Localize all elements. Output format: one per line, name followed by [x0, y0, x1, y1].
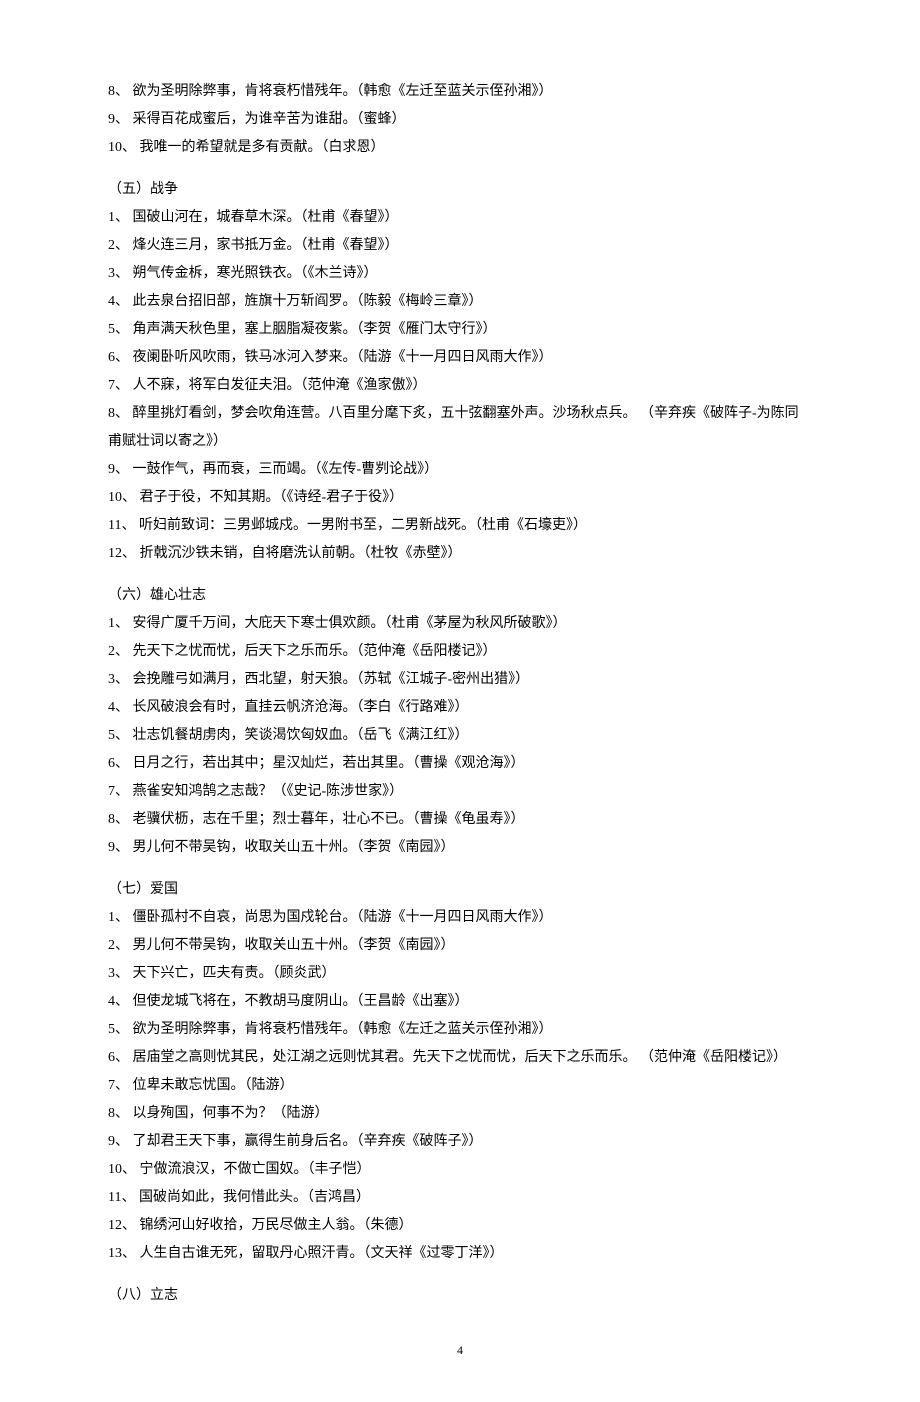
- text-line: 9、 一鼓作气，再而衰，三而竭。（《左传-曹刿论战》）: [108, 456, 812, 484]
- text-line: 6、 夜阑卧听风吹雨，铁马冰河入梦来。（陆游《十一月四日风雨大作》）: [108, 344, 812, 372]
- text-line: 2、 烽火连三月，家书抵万金。（杜甫《春望》）: [108, 232, 812, 260]
- section-heading: （六）雄心壮志: [108, 582, 812, 610]
- text-line: 12、 锦绣河山好收拾，万民尽做主人翁。（朱德）: [108, 1212, 812, 1240]
- text-line: 4、 长风破浪会有时，直挂云帆济沧海。（李白《行路难》）: [108, 694, 812, 722]
- text-line: 10、 宁做流浪汉，不做亡国奴。（丰子恺）: [108, 1156, 812, 1184]
- document-body: 8、 欲为圣明除弊事，肯将衰朽惜残年。（韩愈《左迁至蓝关示侄孙湘》）9、 采得百…: [108, 78, 812, 1310]
- text-line: 12、 折戟沉沙铁未销，自将磨洗认前朝。（杜牧《赤壁》）: [108, 540, 812, 568]
- text-line: 6、 日月之行，若出其中；星汉灿烂，若出其里。（曹操《观沧海》）: [108, 750, 812, 778]
- text-line: 7、 燕雀安知鸿鹄之志哉？（《史记-陈涉世家》）: [108, 778, 812, 806]
- text-line: 3、 朔气传金柝，寒光照铁衣。（《木兰诗》）: [108, 260, 812, 288]
- text-line: 11、 听妇前致词：三男邺城戍。一男附书至，二男新战死。（杜甫《石壕吏》）: [108, 512, 812, 540]
- text-line: 9、 男儿何不带吴钩，收取关山五十州。（李贺《南园》）: [108, 834, 812, 862]
- text-line: 3、 会挽雕弓如满月，西北望，射天狼。（苏轼《江城子-密州出猎》）: [108, 666, 812, 694]
- text-line: 9、 采得百花成蜜后，为谁辛苦为谁甜。（蜜蜂）: [108, 106, 812, 134]
- text-line: 5、 角声满天秋色里，塞上胭脂凝夜紫。（李贺《雁门太守行》）: [108, 316, 812, 344]
- page-number: 4: [108, 1338, 812, 1362]
- text-line: 7、 人不寐，将军白发征夫泪。（范仲淹《渔家傲》）: [108, 372, 812, 400]
- text-line: 2、 先天下之忧而忧，后天下之乐而乐。（范仲淹《岳阳楼记》）: [108, 638, 812, 666]
- text-line: 13、 人生自古谁无死，留取丹心照汗青。（文天祥《过零丁洋》）: [108, 1240, 812, 1268]
- text-line: 5、 欲为圣明除弊事，肯将衰朽惜残年。（韩愈《左迁之蓝关示侄孙湘》）: [108, 1016, 812, 1044]
- text-line: 7、 位卑未敢忘忧国。（陆游）: [108, 1072, 812, 1100]
- text-line: 6、 居庙堂之高则忧其民，处江湖之远则忧其君。先天下之忧而忧，后天下之乐而乐。 …: [108, 1044, 812, 1072]
- text-line: 11、 国破尚如此，我何惜此头。（吉鸿昌）: [108, 1184, 812, 1212]
- text-line: 9、 了却君王天下事，赢得生前身后名。（辛弃疾《破阵子》）: [108, 1128, 812, 1156]
- text-line: 4、 但使龙城飞将在，不教胡马度阴山。（王昌龄《出塞》）: [108, 988, 812, 1016]
- section-heading: （七）爱国: [108, 876, 812, 904]
- text-line: 1、 僵卧孤村不自哀，尚思为国戍轮台。（陆游《十一月四日风雨大作》）: [108, 904, 812, 932]
- text-line: 8、 以身殉国，何事不为？（陆游）: [108, 1100, 812, 1128]
- text-line: 1、 安得广厦千万间，大庇天下寒士俱欢颜。（杜甫《茅屋为秋风所破歌》）: [108, 610, 812, 638]
- text-line: 1、 国破山河在，城春草木深。（杜甫《春望》）: [108, 204, 812, 232]
- text-line: 8、 欲为圣明除弊事，肯将衰朽惜残年。（韩愈《左迁至蓝关示侄孙湘》）: [108, 78, 812, 106]
- section-heading: （八）立志: [108, 1282, 812, 1310]
- text-line: 10、 君子于役，不知其期。（《诗经-君子于役》）: [108, 484, 812, 512]
- text-line: 8、 老骥伏枥，志在千里；烈士暮年，壮心不已。（曹操《龟虽寿》）: [108, 806, 812, 834]
- text-line: 2、 男儿何不带吴钩，收取关山五十州。（李贺《南园》）: [108, 932, 812, 960]
- text-line: 8、 醉里挑灯看剑，梦会吹角连营。八百里分麾下炙，五十弦翻塞外声。沙场秋点兵。 …: [108, 400, 812, 456]
- text-line: 4、 此去泉台招旧部，旌旗十万斩阎罗。（陈毅《梅岭三章》）: [108, 288, 812, 316]
- section-heading: （五）战争: [108, 176, 812, 204]
- text-line: 10、 我唯一的希望就是多有贡献。（白求恩）: [108, 134, 812, 162]
- text-line: 5、 壮志饥餐胡虏肉，笑谈渴饮匈奴血。（岳飞《满江红》）: [108, 722, 812, 750]
- text-line: 3、 天下兴亡，匹夫有责。（顾炎武）: [108, 960, 812, 988]
